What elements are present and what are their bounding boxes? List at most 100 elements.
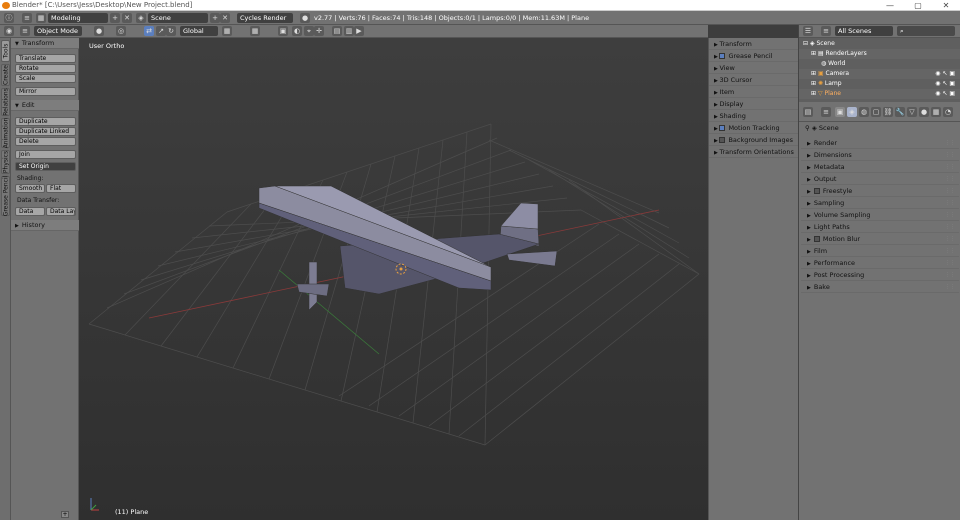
properties-editor-type-icon[interactable]: ▤ [803,107,813,117]
props-panel-post-processing[interactable]: ▶ Post Processing ⋮⋮ [801,269,959,281]
npanel-transform-orientations[interactable]: ▶ Transform Orientations [709,146,799,158]
display-mode-select[interactable]: All Scenes [835,26,893,36]
props-panel-motion-blur[interactable]: ▶ Motion Blur ⋮⋮ [801,233,959,245]
interaction-mode-select[interactable]: Object Mode [34,26,82,36]
drag-handle-icon[interactable]: ⋮⋮ [945,209,955,221]
outliner-row-plane[interactable]: ⊞ ▽ Plane ◉ ↖ ▣ [799,89,960,99]
layout-grid-icon[interactable]: ▦ [36,13,46,23]
translate-manipulator-icon[interactable]: ↗ [156,26,166,36]
npanel-transform[interactable]: ▶ Transform [709,38,799,50]
npanel-motion-tracking[interactable]: ▶ Motion Tracking [709,122,799,134]
npanel-view[interactable]: ▶ View [709,62,799,74]
add-icon[interactable]: + [61,511,69,518]
add-layout-icon[interactable]: + [110,13,120,23]
props-panel-metadata[interactable]: ▶ Metadata ⋮⋮ [801,161,959,173]
scene-select[interactable]: Scene [148,13,208,23]
add-scene-icon[interactable]: + [210,13,220,23]
outliner-row-lamp[interactable]: ⊞ ✺ Lamp ◉ ↖ ▣ [799,79,960,89]
outliner-editor-type-icon[interactable]: ☰ [803,26,813,36]
constraints-context-icon[interactable]: ⛓ [883,107,893,117]
background-images-checkbox[interactable] [719,137,726,143]
pin-icon[interactable]: ⚲ [805,124,810,132]
menu-toggle-icon[interactable]: ≡ [821,26,831,36]
remove-layout-icon[interactable]: ✕ [122,13,132,23]
scale-button[interactable]: Scale [15,74,76,83]
opengl-render-icon[interactable]: ▤ [332,26,342,36]
delete-button[interactable]: Delete [15,137,76,146]
modifiers-context-icon[interactable]: 🔧 [895,107,905,117]
outliner-row-camera[interactable]: ⊞ ▣ Camera ◉ ↖ ▣ [799,69,960,79]
scene-icon[interactable]: ◈ [136,13,146,23]
npanel-display[interactable]: ▶ Display [709,98,799,110]
physics-context-icon[interactable]: ◔ [943,107,953,117]
proportional-edit-icon[interactable]: ◐ [292,26,302,36]
drag-handle-icon[interactable]: ⋮⋮ [945,149,955,161]
lock-layers-icon[interactable]: ▣ [278,26,288,36]
grease-pencil-checkbox[interactable] [719,53,726,59]
3d-viewport[interactable]: User Ortho (11) Plane [79,38,708,520]
props-panel-performance[interactable]: ▶ Performance ⋮⋮ [801,257,959,269]
drag-handle-icon[interactable]: ⋮⋮ [945,161,955,173]
snap-icon[interactable]: ⌖ [304,26,314,36]
props-panel-dimensions[interactable]: ▶ Dimensions ⋮⋮ [801,149,959,161]
transform-panel-header[interactable]: ▼ Transform [11,38,79,49]
manipulator-toggle-icon[interactable]: ⇄ [144,26,154,36]
tab-animation[interactable]: Animation [1,118,10,148]
edit-panel-header[interactable]: ▼ Edit [11,100,79,111]
material-context-icon[interactable]: ● [919,107,929,117]
props-panel-bake[interactable]: ▶ Bake ⋮⋮ [801,281,959,293]
drag-handle-icon[interactable]: ⋮⋮ [945,269,955,281]
viewport-shading-icon[interactable]: ● [94,26,104,36]
drag-handle-icon[interactable]: ⋮⋮ [945,245,955,257]
data-transfer-button[interactable]: Data [15,207,45,216]
scene-context-icon[interactable]: ◈ [847,107,857,117]
props-panel-render[interactable]: ▶ Render ⋮⋮ [801,137,959,149]
motion-tracking-checkbox[interactable] [719,125,726,131]
outliner-row-scene[interactable]: ⊟ ◈ Scene [799,39,960,49]
drag-handle-icon[interactable]: ⋮⋮ [945,221,955,233]
data-layout-button[interactable]: Data Layo [46,207,76,216]
layers-grid-icon[interactable]: ▦ [222,26,232,36]
npanel-grease-pencil[interactable]: ▶ Grease Pencil [709,50,799,62]
npanel-background-images[interactable]: ▶ Background Images [709,134,799,146]
props-panel-sampling[interactable]: ▶ Sampling ⋮⋮ [801,197,959,209]
shade-smooth-button[interactable]: Smooth [15,184,45,193]
mirror-button[interactable]: Mirror [15,87,76,96]
history-panel-header[interactable]: ▶ History [11,220,79,231]
drag-handle-icon[interactable]: ⋮⋮ [945,173,955,185]
props-panel-film[interactable]: ▶ Film ⋮⋮ [801,245,959,257]
minimize-button[interactable]: — [876,0,904,11]
data-context-icon[interactable]: ▽ [907,107,917,117]
menu-toggle-icon[interactable]: ≡ [821,107,831,117]
camera-render-icon[interactable]: ▶ [354,26,364,36]
motion-blur-checkbox[interactable] [813,236,820,242]
props-panel-output[interactable]: ▶ Output ⋮⋮ [801,173,959,185]
tab-relations[interactable]: Relations [1,88,10,116]
drag-handle-icon[interactable]: ⋮⋮ [945,281,955,293]
transform-orientation-select[interactable]: Global [180,26,218,36]
props-panel-light-paths[interactable]: ▶ Light Paths ⋮⋮ [801,221,959,233]
visibility-icons[interactable]: ◉ ↖ ▣ [935,79,955,89]
maximize-button[interactable]: ▢ [904,0,932,11]
npanel-item[interactable]: ▶ Item [709,86,799,98]
layers-grid-2-icon[interactable]: ▦ [250,26,260,36]
visibility-icons[interactable]: ◉ ↖ ▣ [935,89,955,99]
duplicate-linked-button[interactable]: Duplicate Linked [15,127,76,136]
screen-layout-select[interactable]: Modeling [48,13,108,23]
shade-flat-button[interactable]: Flat [46,184,76,193]
duplicate-button[interactable]: Duplicate [15,117,76,126]
snap-element-icon[interactable]: ✛ [314,26,324,36]
menu-toggle-icon[interactable]: ≡ [20,26,30,36]
drag-handle-icon[interactable]: ⋮⋮ [945,185,955,197]
info-editor-type-icon[interactable]: ⓘ [4,13,14,23]
rotate-manipulator-icon[interactable]: ↻ [166,26,176,36]
outliner-search-input[interactable]: ⌕ [897,26,955,36]
tab-create[interactable]: Create [1,64,10,86]
pivot-point-icon[interactable]: ◎ [116,26,126,36]
translate-button[interactable]: Translate [15,54,76,63]
freestyle-checkbox[interactable] [813,188,820,194]
tab-grease-pencil[interactable]: Grease Pencil [1,176,10,216]
props-panel-freestyle[interactable]: ▶ Freestyle ⋮⋮ [801,185,959,197]
rotate-button[interactable]: Rotate [15,64,76,73]
outliner-row-renderlayers[interactable]: ⊞ ▤ RenderLayers [799,49,960,59]
